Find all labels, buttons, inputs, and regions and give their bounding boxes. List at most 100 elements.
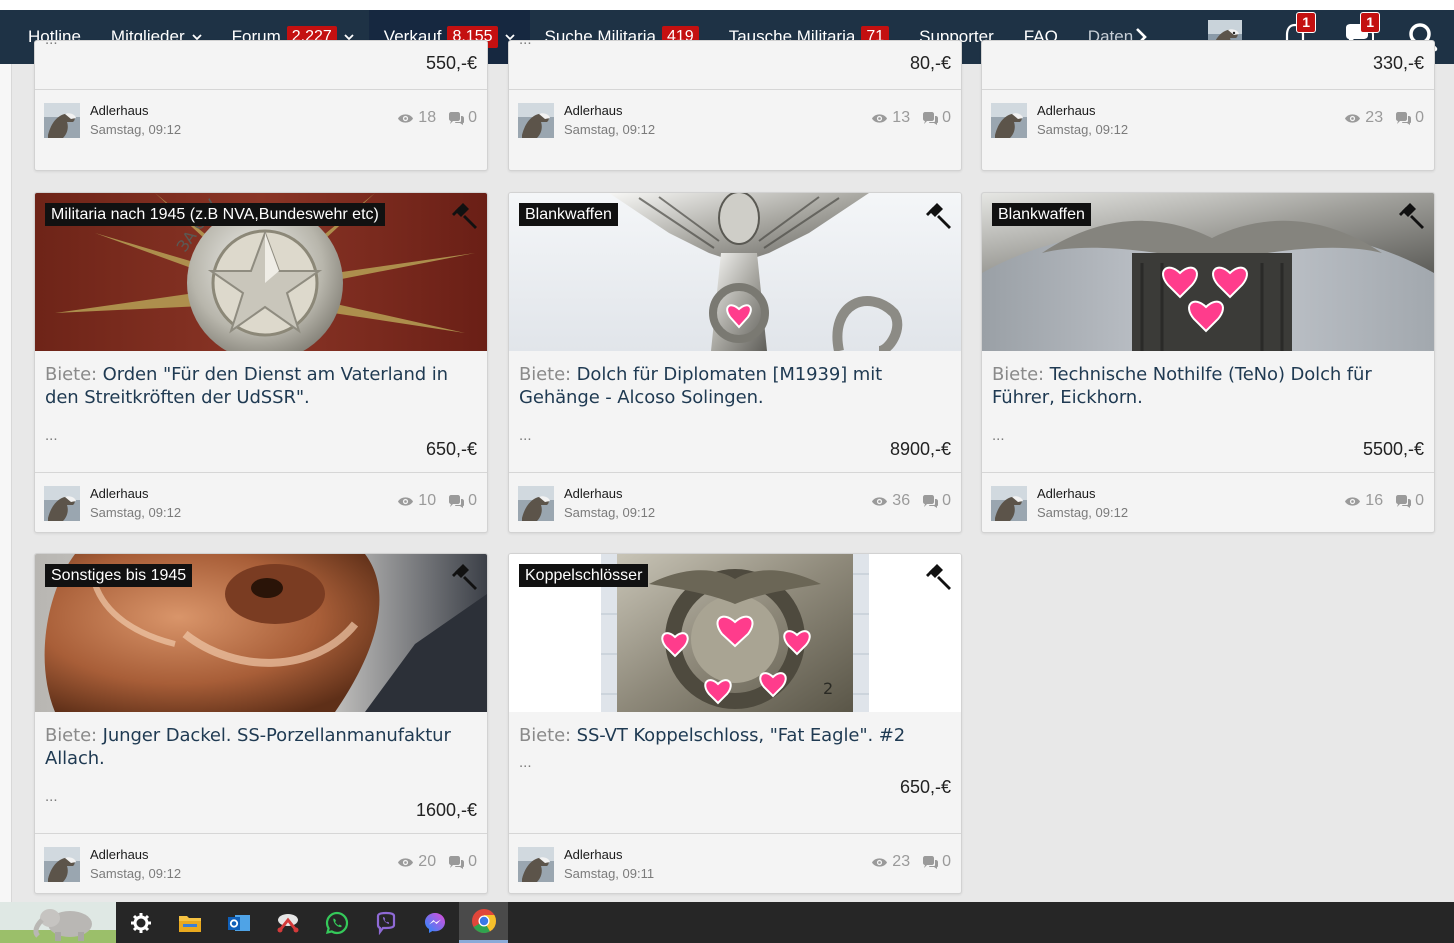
eye-icon [398, 496, 414, 506]
category-label[interactable]: Militaria nach 1945 (z.B NVA,Bundeswehr … [45, 203, 385, 226]
listing-title[interactable]: Biete: Junger Dackel. SS-Porzellanmanufa… [45, 724, 477, 770]
comments-icon [449, 855, 465, 869]
category-label[interactable]: Koppelschlösser [519, 564, 649, 587]
elephant-wallpaper-icon [0, 902, 116, 943]
excerpt-ellipsis: ... [519, 427, 532, 444]
reply-count: 0 [942, 492, 951, 509]
outlook-icon[interactable] [214, 902, 263, 943]
card-footer: Adlerhaus Samstag, 09:12 13 0 [509, 89, 961, 149]
author-avatar[interactable] [518, 103, 554, 138]
comments-icon [449, 494, 465, 508]
eye-icon [398, 113, 414, 123]
notifications-count-badge: 1 [1296, 12, 1316, 33]
excerpt-ellipsis: ... [519, 754, 532, 771]
card-stats: 36 0 [871, 492, 951, 510]
auction-gavel-icon [452, 203, 477, 229]
svg-text:2: 2 [823, 679, 833, 698]
author-avatar[interactable] [991, 486, 1027, 521]
listing-title-text: Orden "Für den Dienst am Vaterland in de… [45, 364, 448, 408]
settings-icon[interactable] [116, 902, 165, 943]
listing-title[interactable]: Biete: SS-VT Koppelschloss, "Fat Eagle".… [519, 724, 951, 747]
reply-count: 0 [942, 853, 951, 870]
listing-prefix: Biete: [519, 364, 572, 385]
author-avatar[interactable] [44, 486, 80, 521]
card-footer: Adlerhaus Samstag, 09:12 23 0 [982, 89, 1434, 149]
listing-card[interactable]: ... 80,-€ Adlerhaus Samstag, 09:12 13 0 [508, 40, 962, 171]
author-name[interactable]: Adlerhaus [564, 486, 623, 501]
author-name[interactable]: Adlerhaus [564, 103, 623, 118]
listing-title[interactable]: Biete: Orden "Für den Dienst am Vaterlan… [45, 363, 477, 409]
listing-price: 650,-€ [425, 439, 477, 459]
author-avatar[interactable] [991, 103, 1027, 138]
post-date: Samstag, 09:12 [1037, 505, 1129, 520]
comments-icon [449, 111, 465, 125]
card-footer: Adlerhaus Samstag, 09:12 18 0 [35, 89, 487, 149]
excerpt-ellipsis: ... [45, 788, 58, 805]
comments-icon [1396, 494, 1412, 508]
file-explorer-icon[interactable] [165, 902, 214, 943]
post-date: Samstag, 09:12 [90, 122, 182, 137]
eye-icon [1345, 496, 1361, 506]
card-footer: Adlerhaus Samstag, 09:12 20 0 [35, 833, 487, 893]
post-date: Samstag, 09:12 [564, 122, 656, 137]
category-label[interactable]: Sonstiges bis 1945 [45, 564, 193, 587]
listing-price: 1600,-€ [415, 800, 477, 820]
reply-count: 0 [1415, 109, 1424, 126]
excerpt-ellipsis: ... [45, 427, 58, 444]
listing-card[interactable]: Blankwaffen Biete: Technische Nothilfe (… [981, 192, 1435, 533]
post-date: Samstag, 09:12 [90, 505, 182, 520]
category-label[interactable]: Blankwaffen [519, 203, 618, 226]
messenger-icon[interactable] [410, 902, 459, 943]
auction-gavel-icon [926, 564, 951, 590]
author-name[interactable]: Adlerhaus [1037, 103, 1096, 118]
start-thumbnail[interactable] [0, 902, 116, 943]
listing-card[interactable]: 330,-€ Adlerhaus Samstag, 09:12 23 0 [981, 40, 1435, 171]
author-avatar[interactable] [44, 103, 80, 138]
listing-card[interactable]: ЗА СЛУ Militaria nach 1945 (z.B NVA,Bund… [34, 192, 488, 533]
view-count: 20 [418, 853, 437, 870]
eye-icon [872, 857, 888, 867]
author-name[interactable]: Adlerhaus [90, 103, 149, 118]
listing-prefix: Biete: [45, 364, 98, 385]
listing-card[interactable]: Blankwaffen Biete: Dolch für Diplomaten … [508, 192, 962, 533]
author-name[interactable]: Adlerhaus [90, 847, 149, 862]
listing-title-text: Dolch für Diplomaten [M1939] mit Gehänge… [519, 364, 883, 408]
snipping-tool-icon[interactable] [263, 902, 312, 943]
chrome-icon[interactable] [459, 902, 508, 943]
listing-card[interactable]: ... 550,-€ Adlerhaus Samstag, 09:12 18 0 [34, 40, 488, 171]
auction-gavel-icon [926, 203, 951, 229]
author-avatar[interactable] [44, 847, 80, 882]
listing-title[interactable]: Biete: Technische Nothilfe (TeNo) Dolch … [992, 363, 1424, 409]
whatsapp-icon[interactable] [312, 902, 361, 943]
eye-icon [872, 113, 888, 123]
listing-title-text: SS-VT Koppelschloss, "Fat Eagle". #2 [576, 725, 906, 746]
card-footer: Adlerhaus Samstag, 09:11 23 0 [509, 833, 961, 893]
listing-prefix: Biete: [992, 364, 1045, 385]
view-count: 16 [1365, 492, 1384, 509]
listing-price: 550,-€ [425, 53, 477, 73]
excerpt-ellipsis: ... [992, 427, 1005, 444]
author-name[interactable]: Adlerhaus [1037, 486, 1096, 501]
author-avatar[interactable] [518, 486, 554, 521]
listing-price: 330,-€ [1372, 53, 1424, 73]
listing-card[interactable]: Sonstiges bis 1945 Biete: Junger Dackel.… [34, 553, 488, 894]
view-count: 18 [418, 109, 437, 126]
post-date: Samstag, 09:12 [90, 866, 182, 881]
eye-icon [1345, 113, 1361, 123]
listing-title-text: Junger Dackel. SS-Porzellanmanufaktur Al… [45, 725, 451, 769]
author-avatar[interactable] [518, 847, 554, 882]
view-count: 23 [892, 853, 911, 870]
messages-count-badge: 1 [1360, 12, 1380, 33]
listing-card[interactable]: 2 Koppelschlösser Biete: SS-VT Koppelsch… [508, 553, 962, 894]
post-date: Samstag, 09:12 [564, 505, 656, 520]
viber-icon[interactable] [361, 902, 410, 943]
author-name[interactable]: Adlerhaus [564, 847, 623, 862]
listing-title[interactable]: Biete: Dolch für Diplomaten [M1939] mit … [519, 363, 951, 409]
card-stats: 16 0 [1344, 492, 1424, 510]
author-name[interactable]: Adlerhaus [90, 486, 149, 501]
category-label[interactable]: Blankwaffen [992, 203, 1091, 226]
listing-price: 8900,-€ [889, 439, 951, 459]
view-count: 13 [892, 109, 911, 126]
card-stats: 18 0 [397, 109, 477, 127]
post-date: Samstag, 09:12 [1037, 122, 1129, 137]
